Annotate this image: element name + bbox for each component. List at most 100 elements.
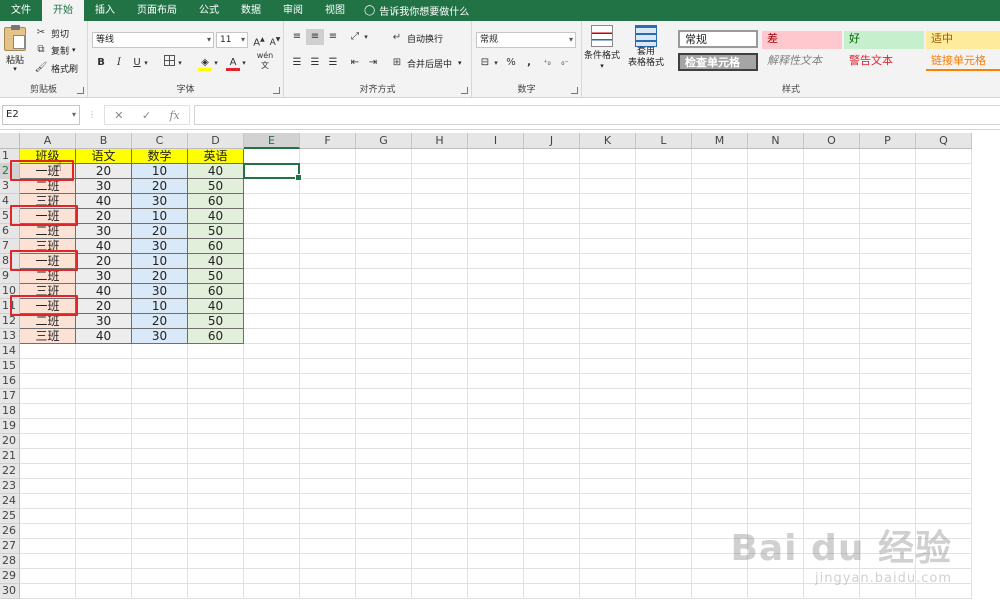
cell[interactable] (356, 524, 412, 539)
cell[interactable] (916, 299, 972, 314)
cell[interactable] (468, 149, 524, 164)
cell[interactable] (20, 344, 76, 359)
cell[interactable] (412, 509, 468, 524)
cell[interactable] (916, 389, 972, 404)
cell[interactable] (300, 479, 356, 494)
row-header[interactable]: 24 (0, 494, 20, 509)
table-cell[interactable]: 60 (188, 329, 244, 344)
cell[interactable] (412, 194, 468, 209)
cell[interactable] (636, 299, 692, 314)
cell[interactable] (20, 419, 76, 434)
cell[interactable] (468, 449, 524, 464)
cell[interactable] (748, 404, 804, 419)
cell[interactable] (580, 539, 636, 554)
row-header[interactable]: 30 (0, 584, 20, 599)
cell[interactable] (916, 239, 972, 254)
cell[interactable] (748, 449, 804, 464)
cell[interactable] (692, 479, 748, 494)
cell[interactable] (524, 194, 580, 209)
cell[interactable] (636, 359, 692, 374)
cell[interactable] (356, 509, 412, 524)
cell[interactable] (524, 479, 580, 494)
cell[interactable] (244, 479, 300, 494)
cell[interactable] (860, 209, 916, 224)
cell[interactable] (356, 359, 412, 374)
column-header-d[interactable]: D (188, 133, 244, 149)
cell[interactable] (300, 329, 356, 344)
row-header[interactable]: 13 (0, 329, 20, 344)
cell[interactable] (244, 359, 300, 374)
cell[interactable] (356, 404, 412, 419)
table-cell[interactable]: 20 (132, 179, 188, 194)
cell[interactable] (636, 329, 692, 344)
table-cell[interactable]: 50 (188, 314, 244, 329)
cell[interactable] (860, 449, 916, 464)
cell[interactable] (76, 374, 132, 389)
row-header[interactable]: 25 (0, 509, 20, 524)
cell[interactable] (412, 569, 468, 584)
cell[interactable] (636, 494, 692, 509)
cell[interactable] (76, 434, 132, 449)
cell[interactable] (188, 539, 244, 554)
table-cell[interactable]: 二班 (20, 179, 76, 194)
cell[interactable] (244, 314, 300, 329)
function-icon[interactable]: fx (169, 109, 179, 122)
cell[interactable] (188, 404, 244, 419)
cell[interactable] (468, 359, 524, 374)
cell[interactable] (76, 344, 132, 359)
cell[interactable] (636, 194, 692, 209)
cell[interactable] (76, 554, 132, 569)
cell[interactable] (356, 554, 412, 569)
align-top-button[interactable]: ≡ (288, 29, 306, 45)
cell[interactable] (244, 584, 300, 599)
cell[interactable] (300, 194, 356, 209)
align-center-button[interactable]: ☰ (306, 55, 324, 71)
cell[interactable] (580, 239, 636, 254)
cell[interactable] (468, 329, 524, 344)
header-cell[interactable]: 英语 (188, 149, 244, 164)
cell[interactable] (916, 374, 972, 389)
cell[interactable] (300, 359, 356, 374)
cell[interactable] (76, 464, 132, 479)
cell[interactable] (300, 224, 356, 239)
cell[interactable] (132, 479, 188, 494)
table-cell[interactable]: 50 (188, 224, 244, 239)
cell[interactable] (804, 419, 860, 434)
cell[interactable] (636, 344, 692, 359)
cell[interactable] (860, 404, 916, 419)
cell[interactable] (748, 254, 804, 269)
cell[interactable] (300, 314, 356, 329)
cell[interactable] (20, 539, 76, 554)
column-header-p[interactable]: P (860, 133, 916, 149)
tab-5[interactable]: 数据 (230, 0, 272, 21)
row-header[interactable]: 3 (0, 179, 20, 194)
cell[interactable] (916, 329, 972, 344)
table-cell[interactable]: 20 (132, 224, 188, 239)
cell[interactable] (580, 434, 636, 449)
row-header[interactable]: 15 (0, 359, 20, 374)
cell[interactable] (804, 254, 860, 269)
cell[interactable] (692, 434, 748, 449)
cell[interactable] (916, 404, 972, 419)
cell[interactable] (524, 509, 580, 524)
cell[interactable] (692, 269, 748, 284)
cell[interactable] (804, 194, 860, 209)
table-cell[interactable]: 40 (76, 329, 132, 344)
cell[interactable] (636, 239, 692, 254)
cell[interactable] (20, 359, 76, 374)
column-header-k[interactable]: K (580, 133, 636, 149)
cell[interactable] (636, 209, 692, 224)
cell[interactable] (916, 479, 972, 494)
decrease-indent-button[interactable]: ⇤ (346, 55, 364, 71)
table-cell[interactable]: 20 (76, 209, 132, 224)
cell[interactable] (300, 419, 356, 434)
cell[interactable] (356, 569, 412, 584)
style-normal[interactable]: 常规 (678, 30, 758, 48)
table-cell[interactable]: 60 (188, 194, 244, 209)
cell[interactable] (916, 149, 972, 164)
cell[interactable] (916, 284, 972, 299)
cell[interactable] (580, 284, 636, 299)
cell[interactable] (692, 389, 748, 404)
cell[interactable] (244, 329, 300, 344)
style-bad[interactable]: 差 (762, 31, 842, 49)
